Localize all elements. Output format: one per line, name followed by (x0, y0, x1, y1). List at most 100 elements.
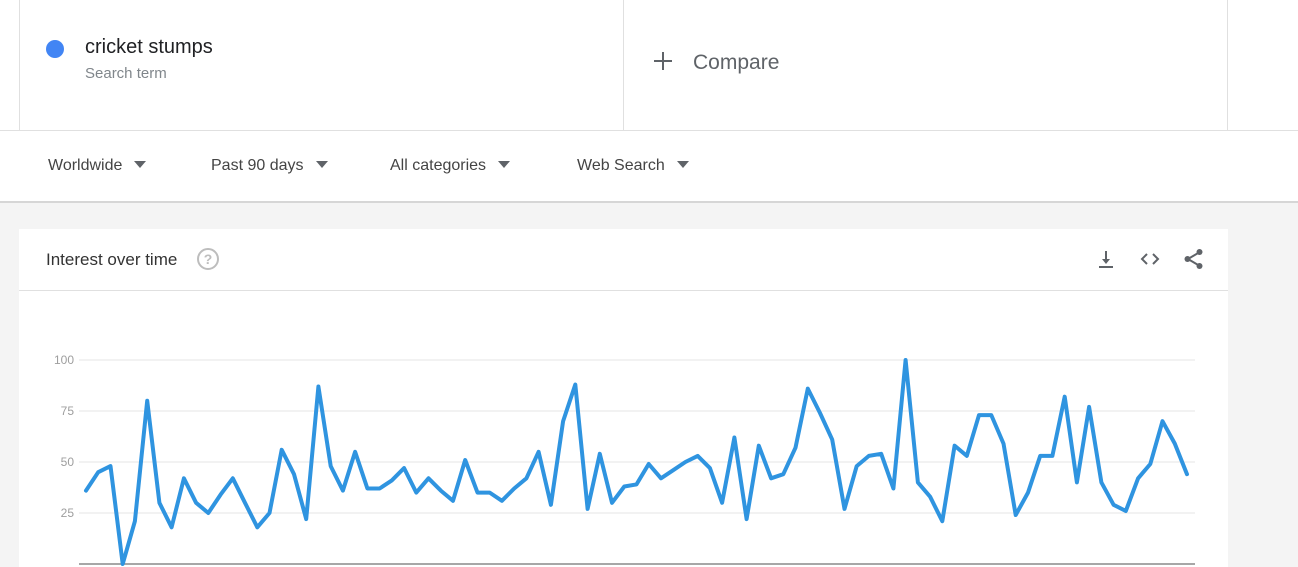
data-point[interactable] (242, 500, 248, 506)
data-point[interactable] (328, 463, 334, 469)
data-point[interactable] (267, 510, 273, 516)
data-point[interactable] (964, 453, 970, 459)
data-point[interactable] (915, 479, 921, 485)
data-point[interactable] (364, 486, 370, 492)
data-point[interactable] (841, 506, 847, 512)
data-point[interactable] (744, 516, 750, 522)
data-point[interactable] (315, 384, 321, 390)
data-point[interactable] (352, 449, 358, 455)
data-point[interactable] (658, 475, 664, 481)
time-range-dropdown[interactable]: Past 90 days (211, 157, 328, 175)
data-point[interactable] (340, 488, 346, 494)
data-point[interactable] (120, 561, 126, 567)
data-point[interactable] (585, 506, 591, 512)
data-point[interactable] (254, 524, 260, 530)
compare-button[interactable]: Compare (624, 0, 1228, 131)
search-term-name[interactable]: cricket stumps (85, 36, 213, 59)
data-point[interactable] (646, 461, 652, 467)
data-point[interactable] (805, 386, 811, 392)
search-type-dropdown[interactable]: Web Search (577, 157, 689, 175)
data-point[interactable] (597, 451, 603, 457)
data-point[interactable] (413, 490, 419, 496)
data-point[interactable] (756, 443, 762, 449)
data-point[interactable] (768, 475, 774, 481)
data-point[interactable] (1160, 418, 1166, 424)
data-point[interactable] (218, 492, 224, 498)
data-point[interactable] (854, 463, 860, 469)
data-point[interactable] (401, 465, 407, 471)
data-point[interactable] (474, 490, 480, 496)
data-point[interactable] (890, 486, 896, 492)
data-point[interactable] (817, 410, 823, 416)
data-point[interactable] (621, 483, 627, 489)
data-point[interactable] (438, 488, 444, 494)
data-point[interactable] (1062, 394, 1068, 400)
data-point[interactable] (487, 490, 493, 496)
search-term-card[interactable]: cricket stumps Search term (19, 0, 624, 131)
data-point[interactable] (988, 412, 994, 418)
data-point[interactable] (1184, 471, 1190, 477)
data-point[interactable] (132, 518, 138, 524)
data-point[interactable] (536, 449, 542, 455)
data-point[interactable] (560, 418, 566, 424)
interest-over-time-chart[interactable]: 25 50 75 100 (19, 292, 1228, 567)
data-point[interactable] (609, 500, 615, 506)
data-point[interactable] (866, 453, 872, 459)
data-point[interactable] (878, 451, 884, 457)
data-point[interactable] (1013, 512, 1019, 518)
category-dropdown[interactable]: All categories (390, 157, 511, 175)
embed-code-icon[interactable] (1138, 247, 1162, 271)
data-point[interactable] (634, 481, 640, 487)
data-point[interactable] (731, 435, 737, 441)
data-point[interactable] (1025, 490, 1031, 496)
data-point[interactable] (144, 398, 150, 404)
data-point[interactable] (499, 498, 505, 504)
data-point[interactable] (450, 498, 456, 504)
data-point[interactable] (1135, 475, 1141, 481)
data-point[interactable] (829, 437, 835, 443)
data-point[interactable] (181, 475, 187, 481)
data-point[interactable] (670, 467, 676, 473)
data-point[interactable] (462, 457, 468, 463)
data-point[interactable] (426, 475, 432, 481)
data-point[interactable] (1111, 502, 1117, 508)
data-point[interactable] (389, 477, 395, 483)
data-point[interactable] (939, 518, 945, 524)
data-point[interactable] (903, 357, 909, 363)
data-point[interactable] (707, 465, 713, 471)
data-point[interactable] (1123, 508, 1129, 514)
data-point[interactable] (1098, 479, 1104, 485)
data-point[interactable] (572, 381, 578, 387)
data-point[interactable] (1037, 453, 1043, 459)
data-point[interactable] (952, 443, 958, 449)
data-point[interactable] (695, 453, 701, 459)
data-point[interactable] (719, 500, 725, 506)
data-point[interactable] (1049, 453, 1055, 459)
data-point[interactable] (156, 500, 162, 506)
region-dropdown[interactable]: Worldwide (48, 157, 147, 175)
data-point[interactable] (1001, 441, 1007, 447)
data-point[interactable] (377, 486, 383, 492)
data-point[interactable] (927, 494, 933, 500)
data-point[interactable] (1074, 479, 1080, 485)
data-point[interactable] (230, 475, 236, 481)
data-point[interactable] (303, 516, 309, 522)
data-point[interactable] (780, 471, 786, 477)
data-point[interactable] (793, 445, 799, 451)
data-point[interactable] (291, 471, 297, 477)
download-icon[interactable] (1094, 247, 1118, 271)
data-point[interactable] (1147, 461, 1153, 467)
data-point[interactable] (169, 524, 175, 530)
data-point[interactable] (1172, 441, 1178, 447)
help-circle-icon[interactable]: ? (197, 248, 219, 270)
data-point[interactable] (682, 459, 688, 465)
data-point[interactable] (279, 447, 285, 453)
data-point[interactable] (107, 463, 113, 469)
share-icon[interactable] (1182, 247, 1206, 271)
data-point[interactable] (548, 502, 554, 508)
data-point[interactable] (205, 510, 211, 516)
data-point[interactable] (511, 486, 517, 492)
data-point[interactable] (1086, 404, 1092, 410)
data-point[interactable] (193, 500, 199, 506)
data-point[interactable] (83, 488, 89, 494)
